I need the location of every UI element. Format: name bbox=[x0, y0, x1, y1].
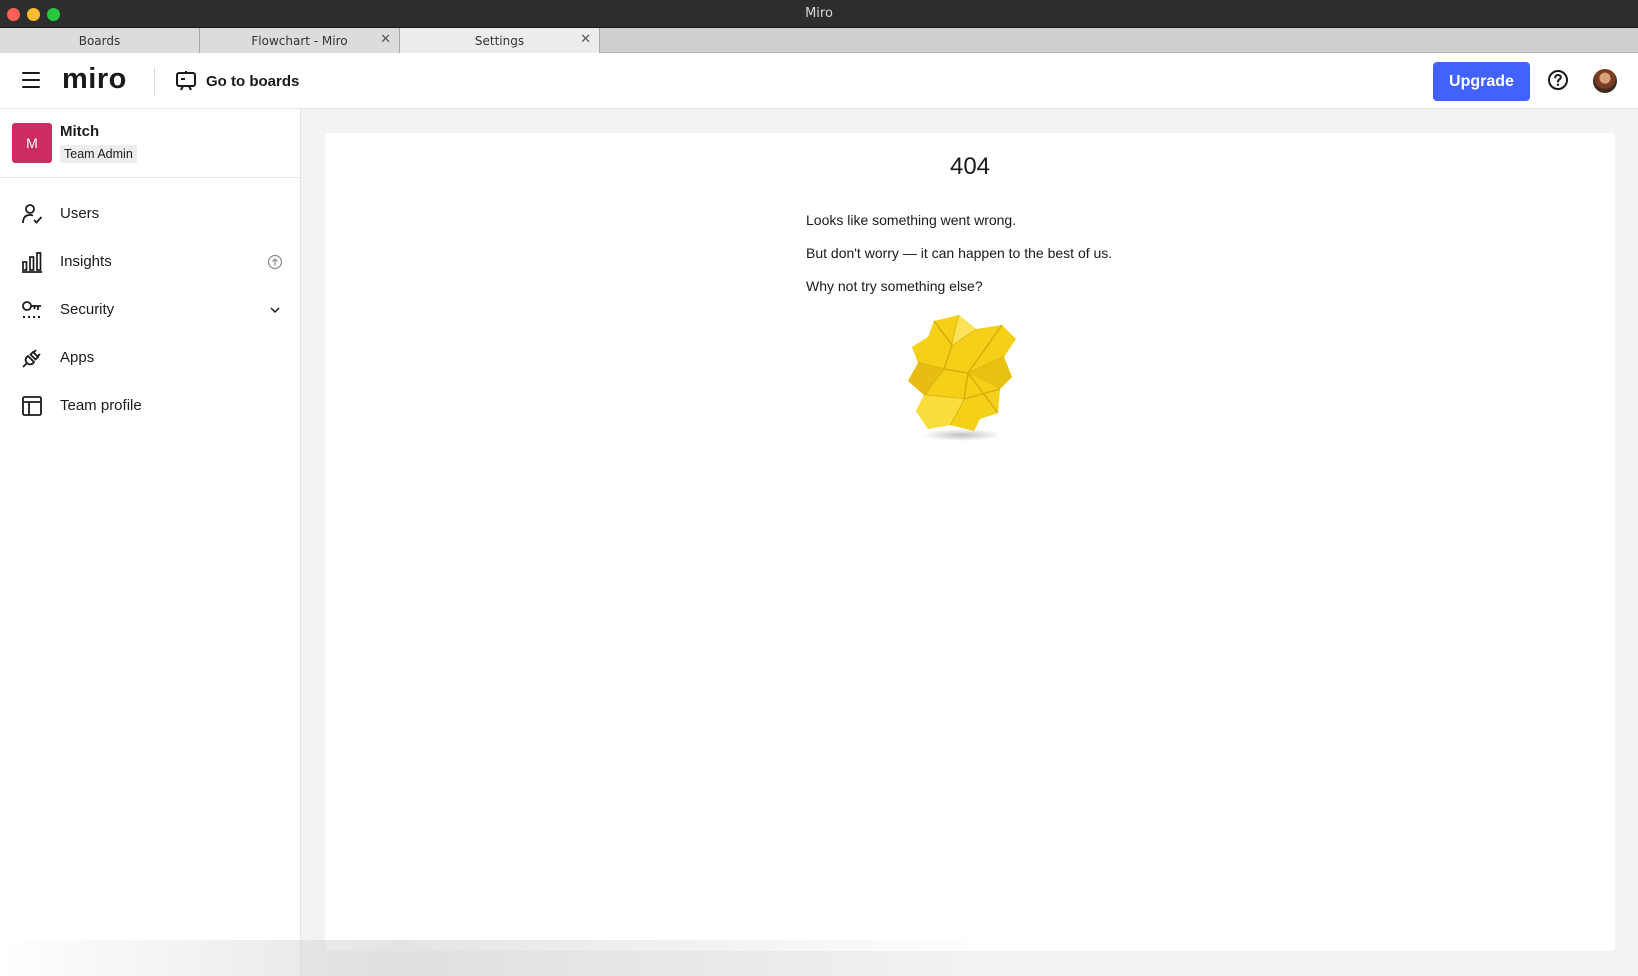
team-name: Mitch bbox=[60, 123, 100, 140]
team-avatar: M bbox=[12, 123, 52, 163]
sidebar-item-label: Security bbox=[60, 301, 115, 318]
close-tab-icon[interactable]: ✕ bbox=[580, 32, 591, 47]
sidebar: M Mitch Team Admin Users Insights Securi… bbox=[0, 109, 301, 976]
sidebar-item-label: Insights bbox=[60, 253, 112, 270]
help-icon[interactable] bbox=[1547, 69, 1569, 91]
go-to-boards-label: Go to boards bbox=[206, 72, 300, 90]
key-icon bbox=[22, 301, 41, 318]
menu-icon[interactable] bbox=[22, 72, 40, 88]
crumpled-paper-illustration bbox=[908, 314, 1016, 441]
team-role-badge: Team Admin bbox=[60, 145, 137, 163]
window-title: Miro bbox=[805, 6, 833, 21]
bar-chart-icon bbox=[22, 252, 42, 273]
sidebar-item-apps[interactable]: Apps bbox=[0, 336, 300, 380]
window-titlebar: Miro bbox=[0, 0, 1638, 28]
tab-label: Settings bbox=[474, 33, 525, 48]
main-content: 404 Looks like something went wrong. But… bbox=[301, 109, 1638, 976]
sidebar-item-label: Team profile bbox=[60, 397, 142, 414]
sidebar-item-label: Apps bbox=[60, 349, 95, 366]
sidebar-item-users[interactable]: Users bbox=[0, 192, 300, 236]
tab-strip: Boards Flowchart - Miro ✕ Settings ✕ bbox=[0, 28, 1638, 53]
layout-icon bbox=[22, 396, 42, 416]
tab-label: Flowchart - Miro bbox=[251, 33, 348, 48]
sidebar-item-insights[interactable]: Insights bbox=[0, 240, 300, 284]
board-icon bbox=[176, 71, 196, 91]
sidebar-item-team-profile[interactable]: Team profile bbox=[0, 384, 300, 428]
error-card: 404 Looks like something went wrong. But… bbox=[325, 133, 1615, 951]
tab-flowchart[interactable]: Flowchart - Miro ✕ bbox=[200, 28, 400, 53]
miro-logo[interactable]: miro bbox=[62, 63, 127, 96]
close-tab-icon[interactable]: ✕ bbox=[380, 32, 391, 47]
upgrade-badge-icon[interactable] bbox=[267, 254, 283, 270]
sidebar-item-security[interactable]: Security bbox=[0, 288, 300, 332]
error-message-line: Why not try something else? bbox=[806, 278, 983, 294]
chevron-down-icon[interactable] bbox=[267, 302, 283, 318]
tab-label: Boards bbox=[78, 33, 121, 48]
sidebar-item-label: Users bbox=[60, 205, 100, 222]
tab-boards[interactable]: Boards bbox=[0, 28, 200, 53]
user-check-icon bbox=[22, 204, 43, 224]
plug-icon bbox=[22, 349, 41, 368]
header-divider bbox=[154, 67, 155, 95]
go-to-boards-button[interactable]: Go to boards bbox=[175, 66, 299, 96]
app-header: miro Go to boards Upgrade bbox=[0, 53, 1638, 109]
upgrade-button[interactable]: Upgrade bbox=[1433, 62, 1530, 101]
team-card[interactable]: M Mitch Team Admin bbox=[0, 109, 300, 178]
error-message-line: Looks like something went wrong. bbox=[806, 212, 1017, 228]
error-message-line: But don't worry — it can happen to the b… bbox=[806, 245, 1113, 261]
user-avatar[interactable] bbox=[1593, 69, 1617, 93]
error-code: 404 bbox=[949, 153, 991, 180]
tab-settings[interactable]: Settings ✕ bbox=[400, 28, 600, 53]
